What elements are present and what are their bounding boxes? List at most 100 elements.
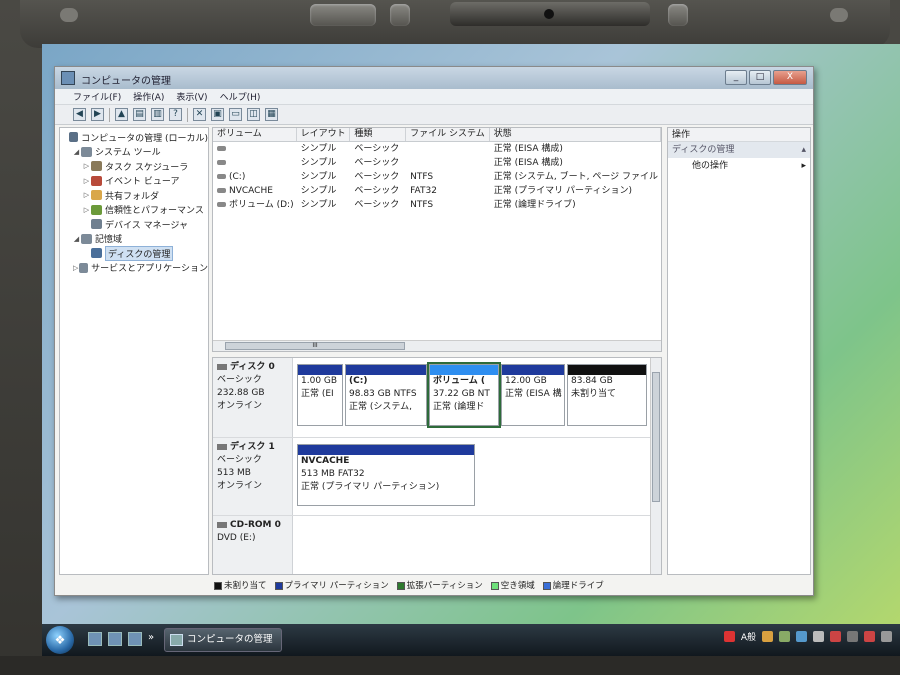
legend-item: 論理ドライブ [542, 579, 604, 591]
partition[interactable]: NVCACHE 513 MB FAT32 正常 (プライマリ パーティション) [297, 444, 475, 506]
volume-cell [213, 142, 297, 156]
volume-row[interactable]: シンプル ベーシック 正常 (EISA 構成) [213, 142, 661, 156]
menu-action[interactable]: 操作(A) [133, 90, 164, 103]
bezel-latch [310, 4, 376, 26]
partition[interactable]: 1.00 GB 正常 (EI [297, 364, 343, 426]
tree-item[interactable]: ディスクの管理 [60, 245, 208, 261]
type-cell: ベーシック [354, 158, 400, 168]
webcam-lens [544, 9, 554, 19]
tree-item[interactable]: ▷ イベント ビューア [60, 174, 208, 189]
more-actions-item[interactable]: 他の操作 ▸ [668, 158, 810, 174]
storage-icon [81, 233, 92, 244]
partition[interactable]: 12.00 GB 正常 (EISA 構 [501, 364, 565, 426]
volume-icon [217, 188, 226, 193]
toolbar-separator [109, 107, 110, 122]
vertical-scrollbar[interactable] [650, 358, 661, 574]
tree-expander-icon[interactable]: ▷ [82, 191, 91, 199]
maximize-button[interactable]: □ [749, 70, 771, 85]
more-actions-label: 他の操作 [692, 161, 729, 171]
quick-launch-more[interactable]: » [148, 632, 154, 643]
tree-item[interactable]: ▷ 信頼性とパフォーマンス [60, 203, 208, 218]
vertical-scroll-thumb[interactable] [652, 372, 660, 502]
volume-row[interactable]: ボリューム (D:) シンプル ベーシック NTFS 正常 (論理ドライブ) [213, 198, 661, 212]
partition-bar [346, 365, 426, 375]
back-arrow-icon[interactable]: ◀ [73, 108, 86, 121]
menu-help[interactable]: ヘルプ(H) [220, 90, 261, 103]
type-cell: ベーシック [354, 172, 400, 182]
volume-row[interactable]: (C:) シンプル ベーシック NTFS 正常 (システム, ブート, ページ ファイル [213, 170, 661, 184]
tree-expander-icon[interactable]: ▷ [82, 177, 91, 185]
tray-app-icon[interactable] [723, 631, 735, 642]
tray-volume-icon[interactable] [813, 631, 824, 642]
close-button[interactable]: X [773, 70, 807, 85]
refresh-icon[interactable]: ◫ [247, 108, 260, 121]
tray-network-icon[interactable] [796, 631, 807, 642]
horizontal-scrollbar[interactable]: III [213, 340, 661, 351]
system-tray: A般 [723, 630, 892, 643]
switch-windows-icon[interactable] [108, 632, 122, 646]
tree-expander-icon[interactable]: ◢ [72, 148, 81, 156]
tree-expander-icon[interactable]: ▷ [72, 264, 79, 272]
forward-arrow-icon[interactable]: ▶ [91, 108, 104, 121]
legend-label: 拡張パーティション [406, 581, 483, 591]
menu-file[interactable]: ファイル(F) [73, 90, 121, 103]
menu-view[interactable]: 表示(V) [176, 90, 207, 103]
column-volume[interactable]: ボリューム [213, 128, 297, 141]
delete-icon[interactable]: ✕ [193, 108, 206, 121]
help-icon[interactable]: ? [169, 108, 182, 121]
volume-icon [217, 160, 226, 165]
column-type[interactable]: 種類 [350, 128, 407, 141]
properties-icon[interactable]: ▥ [151, 108, 164, 121]
tree-expander-icon[interactable]: ◢ [72, 235, 81, 243]
tree-item[interactable]: ▷ サービスとアプリケーション [60, 261, 208, 276]
partition-size: 83.84 GB [571, 376, 613, 386]
browser-icon[interactable] [128, 632, 142, 646]
export-icon[interactable]: ▦ [265, 108, 278, 121]
tree-expander-icon[interactable]: ▷ [82, 162, 91, 170]
tree-item[interactable]: コンピュータの管理 (ローカル) [60, 130, 208, 145]
disk-label[interactable]: ディスク 0 ベーシック 232.88 GB オンライン [213, 358, 293, 437]
type-cell: ベーシック [354, 186, 400, 196]
tray-tool-icon[interactable] [779, 631, 790, 642]
bezel-latch [390, 4, 410, 26]
show-desktop-icon[interactable] [88, 632, 102, 646]
actions-section[interactable]: ディスクの管理 ▴ [668, 142, 810, 158]
partition-size: 1.00 GB [301, 376, 338, 386]
disk-name: CD-ROM 0 [217, 519, 292, 532]
tree-item[interactable]: ◢ 記憶域 [60, 232, 208, 247]
tree-expander-icon[interactable]: ▷ [82, 206, 91, 214]
tray-alert-icon[interactable] [864, 631, 875, 642]
tree-item[interactable]: デバイス マネージャ [60, 217, 208, 232]
column-status[interactable]: 状態 [490, 128, 661, 141]
partition[interactable]: 83.84 GB 未割り当て [567, 364, 647, 426]
minimize-button[interactable]: _ [725, 70, 747, 85]
up-folder-icon[interactable]: ▲ [115, 108, 128, 121]
disk-label[interactable]: ディスク 1 ベーシック 513 MB オンライン [213, 438, 293, 515]
title-bar[interactable]: コンピュータの管理 _ □ X [55, 67, 813, 89]
start-button[interactable]: ❖ [46, 626, 74, 654]
tray-security-icon[interactable] [830, 631, 841, 642]
volume-row[interactable]: NVCACHE シンプル ベーシック FAT32 正常 (プライマリ パーティション) [213, 184, 661, 198]
disk-name: ディスク 0 [217, 361, 292, 374]
scroll-thumb[interactable]: III [225, 342, 405, 350]
tree-item[interactable]: ▷ タスク スケジューラ [60, 159, 208, 174]
show-hide-tree-icon[interactable]: ▤ [133, 108, 146, 121]
layout-cell: シンプル [300, 158, 337, 168]
open-icon[interactable]: ▣ [211, 108, 224, 121]
tree-item[interactable]: ◢ システム ツール [60, 145, 208, 160]
folder-icon[interactable]: ▭ [229, 108, 242, 121]
tray-misc-icon[interactable] [881, 631, 892, 642]
volume-row[interactable]: シンプル ベーシック 正常 (EISA 構成) [213, 156, 661, 170]
column-layout[interactable]: レイアウト [297, 128, 351, 141]
partition[interactable]: ボリューム (37.22 GB NT 正常 (論理ド [427, 362, 501, 428]
column-filesystem[interactable]: ファイル システム [406, 128, 490, 141]
partition[interactable]: (C:) 98.83 GB NTFS 正常 (システム, [345, 364, 427, 426]
taskbar-window-label: コンピュータの管理 [187, 634, 273, 645]
taskbar-window-button[interactable]: コンピュータの管理 [164, 628, 282, 652]
tree-item[interactable]: ▷ 共有フォルダ [60, 188, 208, 203]
tray-device-icon[interactable] [847, 631, 858, 642]
disk-label[interactable]: CD-ROM 0 DVD (E:) [213, 516, 293, 574]
ime-indicator[interactable]: A般 [741, 630, 756, 643]
tray-ime-icon[interactable] [762, 631, 773, 642]
screen: コンピュータの管理 _ □ X ファイル(F) 操作(A) 表示(V) ヘルプ(… [42, 44, 900, 656]
